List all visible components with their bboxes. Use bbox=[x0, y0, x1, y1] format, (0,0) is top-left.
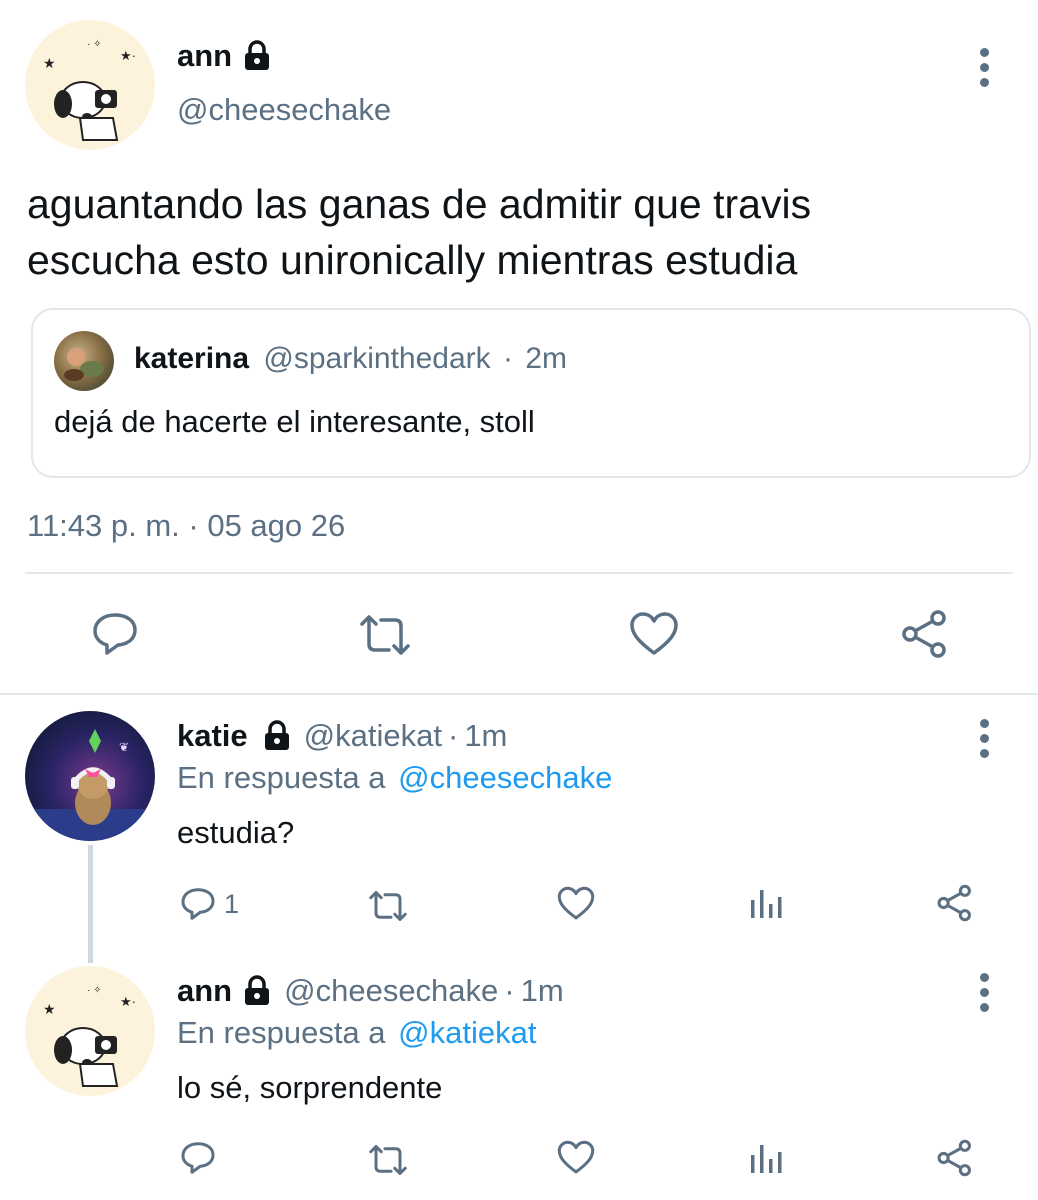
quoted-author-handle: @sparkinthedark bbox=[263, 342, 491, 375]
reply-text: estudia? bbox=[177, 815, 295, 850]
reply-icon[interactable] bbox=[180, 1140, 216, 1176]
svg-text:❦: ❦ bbox=[119, 740, 129, 754]
reply-button[interactable]: 1 bbox=[180, 886, 239, 922]
reply-text: lo sé, sorprendente bbox=[177, 1070, 443, 1105]
share-icon[interactable] bbox=[900, 609, 950, 659]
retweet-icon[interactable] bbox=[367, 1144, 409, 1176]
svg-text:· ✧: · ✧ bbox=[87, 39, 102, 50]
reply-time: 1m bbox=[464, 718, 508, 753]
author-handle[interactable]: @cheesechake bbox=[284, 973, 498, 1009]
lock-icon bbox=[242, 40, 272, 72]
thread-line bbox=[88, 845, 93, 963]
svg-text:· ✧: · ✧ bbox=[87, 985, 102, 996]
reply-time: 1m bbox=[520, 973, 564, 1008]
share-icon[interactable] bbox=[936, 1139, 974, 1177]
more-vertical-icon[interactable] bbox=[980, 973, 989, 1018]
avatar[interactable]: ❦ bbox=[25, 711, 155, 841]
svg-text:★: ★ bbox=[43, 55, 56, 71]
quoted-tweet[interactable]: katerina @sparkinthedark · 2m dejá de ha… bbox=[31, 308, 1031, 478]
reply-to-link[interactable]: @cheesechake bbox=[398, 760, 612, 795]
reply-to-link[interactable]: @katiekat bbox=[398, 1015, 536, 1050]
svg-text:★: ★ bbox=[43, 1001, 56, 1017]
snoopy-avatar-image: ★ ★· · ✧ bbox=[43, 39, 136, 141]
author-handle[interactable]: @cheesechake bbox=[177, 92, 391, 128]
svg-text:★·: ★· bbox=[120, 48, 136, 63]
avatar bbox=[54, 331, 114, 391]
retweet-icon[interactable] bbox=[367, 890, 409, 922]
heart-icon[interactable] bbox=[629, 611, 679, 657]
author-handle[interactable]: @katiekat bbox=[304, 718, 442, 754]
heart-icon[interactable] bbox=[557, 1140, 595, 1175]
tweet-text-line: escucha esto unironically mientras estud… bbox=[27, 237, 798, 283]
quoted-text: dejá de hacerte el interesante, stoll bbox=[54, 404, 535, 439]
analytics-icon[interactable] bbox=[749, 886, 783, 920]
svg-text:★·: ★· bbox=[120, 994, 136, 1009]
tweet-text-line: aguantando las ganas de admitir que trav… bbox=[27, 181, 812, 227]
share-icon[interactable] bbox=[936, 884, 974, 922]
avatar[interactable]: ★ ★· · ✧ bbox=[25, 20, 155, 150]
avatar[interactable]: ★ ★· · ✧ bbox=[25, 966, 155, 1096]
divider bbox=[0, 693, 1038, 695]
reply-context-label: En respuesta a bbox=[177, 760, 386, 795]
more-vertical-icon[interactable] bbox=[980, 719, 989, 764]
more-vertical-icon[interactable] bbox=[980, 48, 989, 93]
author-name[interactable]: ann bbox=[177, 973, 232, 1009]
snoopy-avatar-image: ★ ★· · ✧ bbox=[43, 985, 136, 1087]
tweet-text: aguantando las ganas de admitir que trav… bbox=[27, 176, 811, 288]
author-name[interactable]: ann bbox=[177, 38, 232, 74]
retweet-icon[interactable] bbox=[357, 614, 413, 656]
reply-count: 1 bbox=[224, 888, 240, 919]
quoted-time: 2m bbox=[525, 342, 568, 375]
analytics-icon[interactable] bbox=[749, 1141, 783, 1175]
tweet-timestamp[interactable]: 11:43 p. m. · 05 ago 26 bbox=[27, 508, 345, 544]
lock-icon bbox=[242, 975, 272, 1007]
separator: · bbox=[504, 973, 515, 1008]
separator: · bbox=[503, 342, 513, 375]
reply-icon[interactable] bbox=[91, 611, 139, 657]
reply-icon bbox=[180, 886, 216, 922]
quoted-avatar-image bbox=[64, 348, 104, 381]
quoted-author-name: katerina bbox=[134, 342, 250, 375]
divider bbox=[25, 572, 1013, 574]
heart-icon[interactable] bbox=[557, 886, 595, 921]
lock-icon bbox=[262, 720, 292, 752]
reply-context-label: En respuesta a bbox=[177, 1015, 386, 1050]
katie-avatar-image: ❦ bbox=[25, 729, 155, 841]
separator: · bbox=[447, 718, 459, 753]
author-name[interactable]: katie bbox=[177, 718, 248, 754]
